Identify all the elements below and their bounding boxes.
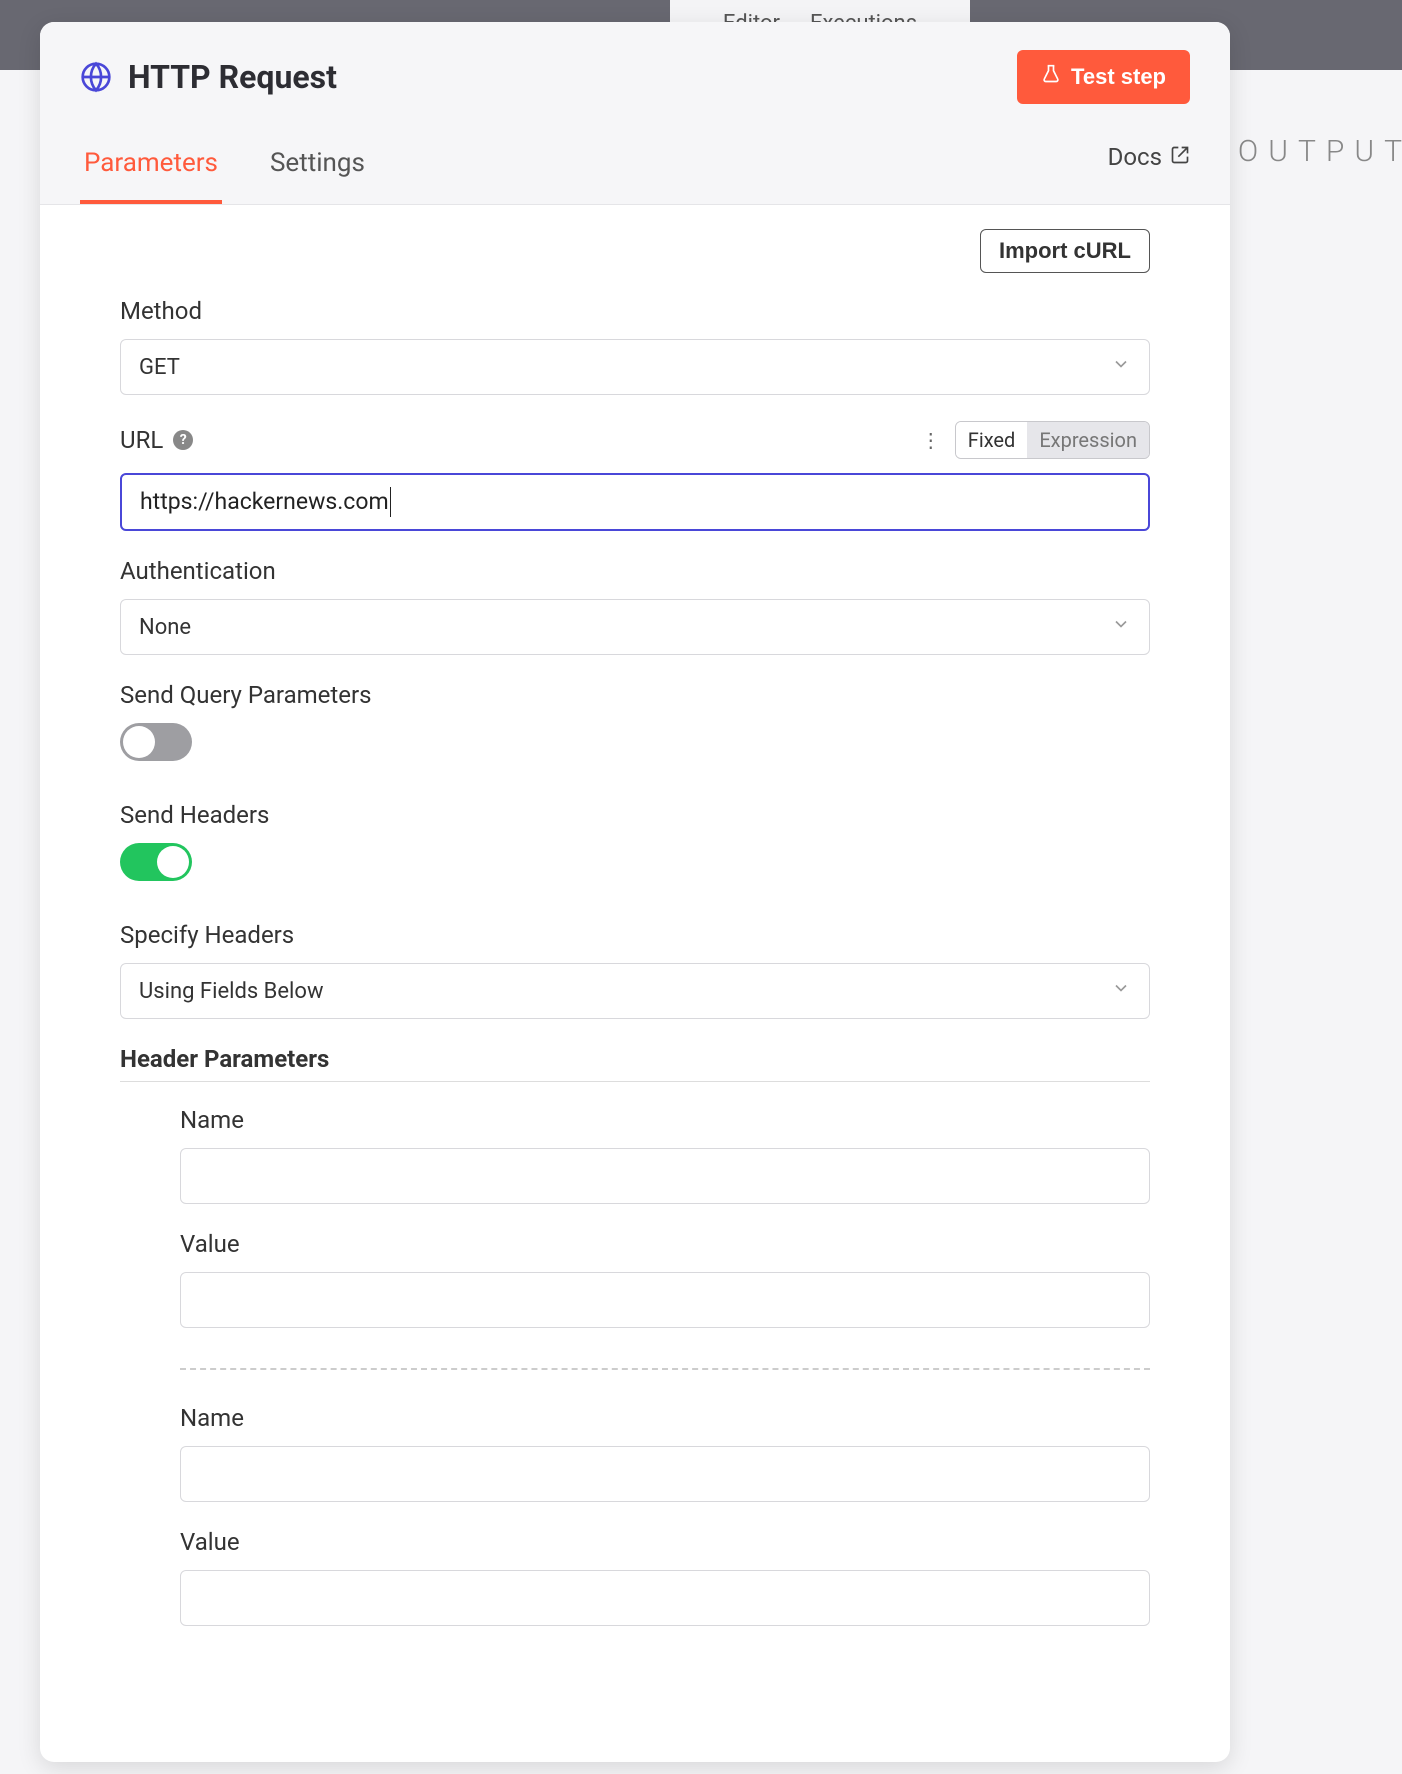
specify-headers-select[interactable]: Using Fields Below [120, 963, 1150, 1019]
send-headers-field: Send Headers [120, 801, 1150, 881]
method-field: Method GET [120, 297, 1150, 395]
url-label: URL [120, 426, 163, 454]
chevron-down-icon [1111, 978, 1131, 1004]
url-mode-segmented: Fixed Expression [955, 421, 1150, 459]
method-select[interactable]: GET [120, 339, 1150, 395]
specify-headers-value: Using Fields Below [139, 979, 323, 1004]
import-curl-button[interactable]: Import cURL [980, 229, 1150, 273]
segmented-expression[interactable]: Expression [1027, 422, 1149, 458]
tab-settings[interactable]: Settings [266, 132, 369, 204]
param-divider [180, 1368, 1150, 1370]
toggle-knob [157, 846, 189, 878]
header-param-row: Name Value Name Value [120, 1106, 1150, 1626]
test-step-label: Test step [1071, 64, 1166, 90]
header-name-label: Name [180, 1106, 1150, 1134]
specify-headers-label: Specify Headers [120, 921, 1150, 949]
send-query-params-toggle[interactable] [120, 723, 192, 761]
globe-icon [80, 61, 112, 93]
send-query-params-label: Send Query Parameters [120, 681, 1150, 709]
header-value-label: Value [180, 1230, 1150, 1258]
send-headers-toggle[interactable] [120, 843, 192, 881]
auth-label: Authentication [120, 557, 1150, 585]
chevron-down-icon [1111, 354, 1131, 380]
specify-headers-field: Specify Headers Using Fields Below [120, 921, 1150, 1019]
auth-value: None [139, 615, 191, 640]
auth-select[interactable]: None [120, 599, 1150, 655]
kebab-menu-icon[interactable]: ⋮ [921, 428, 941, 452]
node-config-panel: HTTP Request Test step Parameters Settin… [40, 22, 1230, 1762]
method-value: GET [139, 355, 180, 380]
output-panel-label: OUTPUT [1238, 134, 1402, 169]
docs-label: Docs [1108, 143, 1162, 171]
header-value-input[interactable] [180, 1272, 1150, 1328]
header-name-input[interactable] [180, 1148, 1150, 1204]
header-name-label: Name [180, 1404, 1150, 1432]
method-label: Method [120, 297, 1150, 325]
segmented-fixed[interactable]: Fixed [956, 422, 1028, 458]
panel-header: HTTP Request Test step Parameters Settin… [40, 22, 1230, 205]
url-value: https://hackernews.com [140, 487, 391, 517]
help-icon[interactable]: ? [173, 430, 193, 450]
chevron-down-icon [1111, 614, 1131, 640]
header-value-label: Value [180, 1528, 1150, 1556]
header-name-input[interactable] [180, 1446, 1150, 1502]
toggle-knob [123, 726, 155, 758]
send-headers-label: Send Headers [120, 801, 1150, 829]
send-query-params-field: Send Query Parameters [120, 681, 1150, 761]
auth-field: Authentication None [120, 557, 1150, 655]
external-link-icon [1170, 143, 1190, 171]
flask-icon [1041, 64, 1061, 90]
tab-parameters[interactable]: Parameters [80, 132, 222, 204]
header-parameters-heading: Header Parameters [120, 1045, 1150, 1082]
header-value-input[interactable] [180, 1570, 1150, 1626]
panel-title: HTTP Request [128, 58, 337, 96]
url-input[interactable]: https://hackernews.com [120, 473, 1150, 531]
url-field: URL ? ⋮ Fixed Expression https://hackern… [120, 421, 1150, 531]
panel-body: Import cURL Method GET URL ? ⋮ Fix [40, 205, 1230, 1692]
test-step-button[interactable]: Test step [1017, 50, 1190, 104]
docs-link[interactable]: Docs [1108, 143, 1190, 193]
